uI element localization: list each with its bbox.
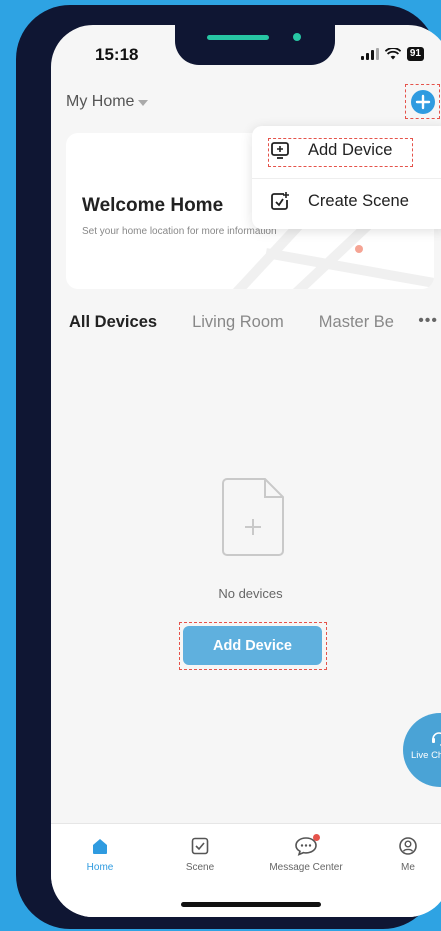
add-button-highlight	[405, 84, 440, 119]
bottom-nav: Home Scene Message Center Me	[51, 823, 441, 917]
phone-frame: 15:18 91 My Home Welcome Home Set your h…	[16, 5, 441, 929]
nav-message-center[interactable]: Message Center	[261, 834, 351, 873]
more-tabs-button[interactable]: •••	[414, 312, 438, 330]
map-marker	[355, 245, 363, 253]
nav-label: Scene	[185, 862, 215, 873]
tab-all-devices[interactable]: All Devices	[69, 313, 157, 332]
wifi-icon	[384, 48, 401, 60]
status-time: 15:18	[95, 45, 139, 64]
home-selector[interactable]: My Home	[66, 93, 149, 111]
welcome-title: Welcome Home	[82, 195, 224, 216]
nav-me[interactable]: Me	[363, 836, 441, 873]
nav-label: Me	[401, 862, 415, 873]
menu-item-create-scene[interactable]: Create Scene	[270, 191, 409, 211]
dynamic-island	[175, 25, 335, 65]
unread-badge	[313, 834, 320, 841]
plus-icon	[415, 94, 430, 109]
nav-label: Message Center	[269, 862, 343, 873]
caret-down-icon	[138, 100, 149, 106]
divider	[252, 178, 441, 179]
welcome-subtitle: Set your home location for more informat…	[82, 226, 277, 237]
home-indicator	[181, 902, 321, 907]
battery-indicator: 91	[406, 47, 424, 61]
add-device-icon	[271, 142, 289, 159]
live-chat-label: Live Chat	[411, 750, 441, 761]
profile-icon	[399, 837, 417, 855]
signal-icon	[360, 48, 379, 60]
create-scene-icon	[271, 192, 289, 210]
home-name: My Home	[66, 93, 135, 110]
nav-home[interactable]: Home	[55, 836, 145, 873]
scene-icon	[191, 837, 209, 855]
add-button[interactable]	[410, 89, 435, 114]
tab-master-bedroom[interactable]: Master Be	[319, 313, 394, 332]
empty-document-icon	[222, 478, 284, 556]
live-chat-button[interactable]: Live Chat	[403, 713, 441, 787]
tab-living-room[interactable]: Living Room	[192, 313, 284, 332]
nav-label: Home	[86, 862, 114, 873]
headset-icon	[432, 732, 441, 746]
empty-state-message: No devices	[218, 586, 283, 601]
app-screen: 15:18 91 My Home Welcome Home Set your h…	[51, 25, 441, 917]
add-device-button[interactable]: Add Device	[183, 626, 322, 665]
room-tabs: All Devices Living Room Master Be	[69, 313, 394, 332]
menu-item-label: Create Scene	[308, 191, 409, 210]
home-icon	[93, 839, 107, 854]
nav-scene[interactable]: Scene	[155, 836, 245, 873]
add-device-highlight-box: Add Device	[179, 622, 327, 670]
add-menu-popup: Add Device Create Scene	[252, 126, 441, 229]
status-icons: 91	[360, 47, 424, 61]
menu-item-add-device[interactable]: Add Device	[270, 140, 392, 160]
menu-item-label: Add Device	[308, 140, 393, 159]
